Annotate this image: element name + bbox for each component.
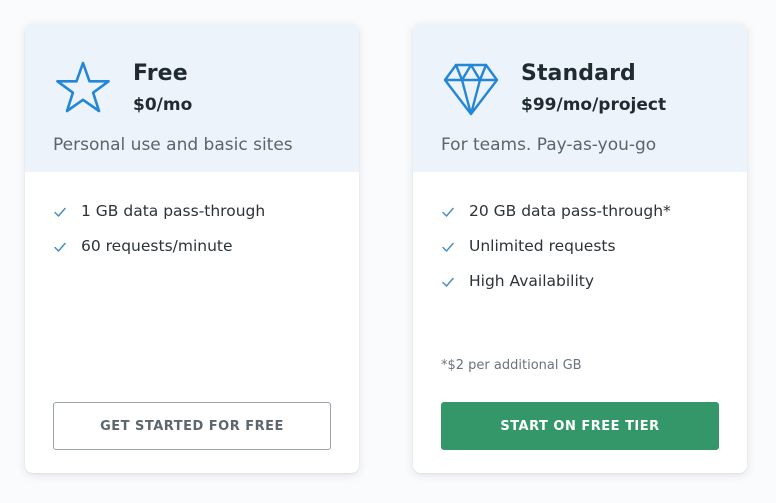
get-started-free-button[interactable]: GET STARTED FOR FREE bbox=[53, 402, 331, 450]
plan-description: Personal use and basic sites bbox=[53, 135, 293, 155]
feature-label: 1 GB data pass-through bbox=[81, 202, 266, 220]
check-icon bbox=[54, 242, 66, 252]
feature-item: 20 GB data pass-through* bbox=[441, 202, 671, 237]
start-on-free-tier-button[interactable]: START ON FREE TIER bbox=[441, 402, 719, 450]
feature-item: Unlimited requests bbox=[441, 237, 671, 272]
plan-description: For teams. Pay-as-you-go bbox=[441, 135, 657, 155]
feature-item: High Availability bbox=[441, 272, 671, 307]
card-header: Free $0/mo Personal use and basic sites bbox=[25, 24, 359, 172]
feature-list: 1 GB data pass-through 60 requests/minut… bbox=[53, 202, 265, 272]
star-icon bbox=[56, 61, 110, 113]
diamond-icon bbox=[443, 63, 499, 116]
plan-name: Standard bbox=[521, 61, 636, 86]
check-icon bbox=[442, 242, 454, 252]
plan-price: $99/mo/project bbox=[521, 95, 667, 115]
feature-label: 20 GB data pass-through* bbox=[469, 202, 671, 220]
feature-item: 60 requests/minute bbox=[53, 237, 265, 272]
plan-name: Free bbox=[133, 61, 188, 86]
pricing-card-free: Free $0/mo Personal use and basic sites … bbox=[25, 24, 359, 473]
feature-list: 20 GB data pass-through* Unlimited reque… bbox=[441, 202, 671, 307]
plan-price: $0/mo bbox=[133, 95, 193, 115]
feature-label: Unlimited requests bbox=[469, 237, 616, 255]
feature-label: 60 requests/minute bbox=[81, 237, 233, 255]
card-header: Standard $99/mo/project For teams. Pay-a… bbox=[413, 24, 747, 172]
pricing-card-standard: Standard $99/mo/project For teams. Pay-a… bbox=[413, 24, 747, 473]
feature-label: High Availability bbox=[469, 272, 595, 290]
check-icon bbox=[442, 207, 454, 217]
check-icon bbox=[442, 277, 454, 287]
pricing-footnote: *$2 per additional GB bbox=[441, 358, 582, 373]
feature-item: 1 GB data pass-through bbox=[53, 202, 265, 237]
check-icon bbox=[54, 207, 66, 217]
